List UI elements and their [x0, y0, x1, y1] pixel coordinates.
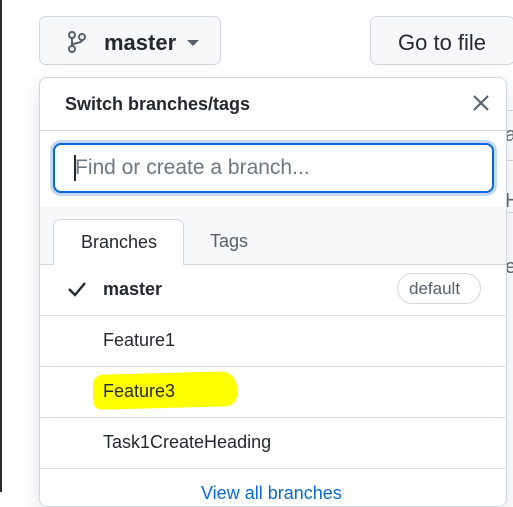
current-branch-label: master [104, 30, 177, 55]
branch-name: Feature3 [103, 381, 176, 401]
default-badge: default [397, 273, 481, 304]
text-cursor [74, 155, 76, 181]
go-to-file-label: Go to file [398, 30, 487, 55]
git-branch-icon [68, 31, 86, 53]
default-badge-label: default [409, 279, 461, 298]
branch-name: Task1CreateHeading [103, 432, 272, 452]
tab-branches-label: Branches [81, 232, 158, 252]
view-all-branches-link[interactable]: View all branches [201, 483, 342, 504]
branch-search-input[interactable] [53, 143, 494, 193]
branch-search-section [40, 131, 506, 208]
branch-tag-tabs: Branches Tags [40, 207, 506, 265]
close-icon[interactable] [472, 94, 490, 112]
tab-branches[interactable]: Branches [53, 219, 184, 265]
branch-item-master[interactable]: master default [40, 264, 506, 316]
branch-item-feature3[interactable]: Feature3 [40, 366, 506, 418]
branch-name: Feature1 [103, 330, 176, 350]
caret-down-icon [187, 40, 199, 46]
branch-select-button[interactable]: master [39, 16, 221, 65]
window-left-edge [0, 0, 2, 492]
check-icon [68, 282, 86, 297]
branch-name: master [103, 279, 163, 299]
tab-tags[interactable]: Tags [210, 231, 248, 252]
dropdown-header: Switch branches/tags [40, 78, 506, 131]
go-to-file-button[interactable]: Go to file [370, 16, 513, 65]
branch-switcher-dropdown: Switch branches/tags Branches Tags maste… [39, 77, 507, 507]
branch-item-task1createheading[interactable]: Task1CreateHeading [40, 417, 506, 469]
dropdown-title: Switch branches/tags [65, 94, 251, 114]
branch-item-feature1[interactable]: Feature1 [40, 315, 506, 367]
